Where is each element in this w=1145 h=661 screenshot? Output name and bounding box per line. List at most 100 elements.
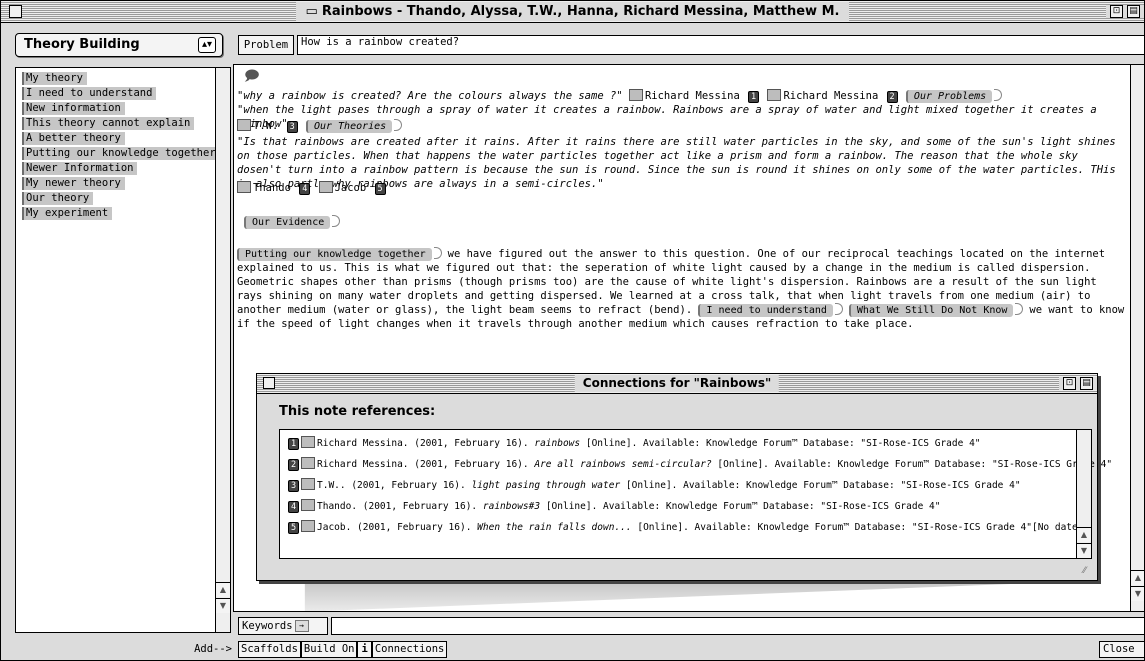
citation-icon[interactable] bbox=[237, 119, 251, 131]
note-paragraph-5: Thando 4 Jacob 5 bbox=[237, 181, 1127, 195]
support-tag-need-understand[interactable]: I need to understand bbox=[698, 304, 833, 317]
note-window: ▭ Rainbows - Thando, Alyssa, T.W., Hanna,… bbox=[0, 0, 1145, 661]
keywords-button[interactable]: Keywords → bbox=[238, 617, 328, 635]
references-scrollbar[interactable]: ▲ ▼ bbox=[1076, 430, 1091, 558]
citation-author[interactable]: Richard Messina bbox=[645, 90, 740, 102]
connections-close-box[interactable] bbox=[263, 377, 275, 389]
window-close-box[interactable] bbox=[9, 5, 22, 18]
reference-number[interactable]: 4 bbox=[299, 183, 311, 195]
scaffold-item[interactable]: Putting our knowledge together bbox=[22, 147, 220, 160]
scaffold-item[interactable]: A better theory bbox=[22, 132, 125, 145]
note-icon bbox=[301, 499, 315, 511]
reference-source: [Online]. Available: Knowledge Forum™ Da… bbox=[545, 501, 941, 512]
arrow-icon: → bbox=[294, 620, 309, 632]
note-scrollbar[interactable]: ▲ ▼ bbox=[1131, 64, 1144, 612]
problem-button[interactable]: Problem bbox=[238, 35, 294, 55]
scaffold-select-value: Theory Building bbox=[24, 37, 140, 52]
support-tag-still-not-know[interactable]: What We Still Do Not Know bbox=[848, 304, 1014, 317]
support-tag-putting-knowledge[interactable]: Putting our knowledge together bbox=[237, 248, 432, 261]
reference-author: Thando. (2001, February 16). bbox=[317, 501, 478, 512]
note-paragraph-1: "why a rainbow is created? Are the colou… bbox=[237, 89, 1127, 103]
connections-title: Connections for "Rainbows" bbox=[574, 375, 780, 392]
scroll-down-icon[interactable]: ▼ bbox=[1131, 586, 1144, 601]
citation-author[interactable]: Jacob bbox=[335, 182, 367, 194]
reference-number: 3 bbox=[288, 480, 299, 492]
document-icon: ▭ bbox=[305, 4, 318, 19]
reference-source: [Online]. Available: Knowledge Forum™ Da… bbox=[585, 438, 981, 449]
citation-author[interactable]: Thando bbox=[253, 182, 291, 194]
reference-row[interactable]: 4 Thando. (2001, February 16). rainbows#3… bbox=[286, 499, 940, 515]
note-icon bbox=[301, 478, 315, 490]
reference-number[interactable]: 3 bbox=[286, 121, 298, 133]
scroll-down-icon[interactable]: ▼ bbox=[216, 598, 230, 613]
scroll-down-icon[interactable]: ▼ bbox=[1077, 543, 1091, 558]
note-icon bbox=[301, 457, 315, 469]
reference-source: [Online]. Available: Knowledge Forum™ Da… bbox=[625, 480, 1021, 491]
note-icon bbox=[301, 436, 315, 448]
note-icon bbox=[301, 520, 315, 532]
keywords-field[interactable] bbox=[331, 617, 1144, 635]
support-tag-end bbox=[1015, 303, 1024, 315]
window-zoom-controls: ⊡ ▤ bbox=[1106, 5, 1144, 18]
scaffold-item[interactable]: This theory cannot explain bbox=[22, 117, 195, 130]
reference-row[interactable]: 5 Jacob. (2001, February 16). When the ra… bbox=[286, 520, 1089, 536]
reference-row[interactable]: 3 T.W.. (2001, February 16). light pasing… bbox=[286, 478, 1021, 494]
resize-grip-icon[interactable]: ⁄⁄ bbox=[1083, 566, 1095, 578]
reference-author: Richard Messina. (2001, February 16). bbox=[317, 459, 529, 470]
collapse-box-icon[interactable]: ▤ bbox=[1127, 5, 1140, 18]
citation-author[interactable]: T.W. bbox=[253, 120, 278, 132]
connections-titlebar[interactable]: Connections for "Rainbows" ⊡ ▤ bbox=[257, 374, 1097, 394]
scaffold-item[interactable]: My newer theory bbox=[22, 177, 125, 190]
citation-icon[interactable] bbox=[318, 181, 333, 193]
scaffold-item[interactable]: Our theory bbox=[22, 192, 94, 205]
collapse-box-icon[interactable]: ▤ bbox=[1080, 377, 1093, 390]
support-tag-our-problems[interactable]: Our Problems bbox=[905, 90, 993, 103]
note-paragraph-7: Putting our knowledge together we have fi… bbox=[237, 247, 1127, 331]
scaffold-item[interactable]: My theory bbox=[22, 72, 87, 85]
note-paragraph-6: Our Evidence bbox=[244, 215, 1127, 229]
support-tag-end bbox=[433, 247, 442, 259]
scaffolds-button[interactable]: Scaffolds bbox=[238, 641, 301, 658]
reference-number[interactable]: 2 bbox=[886, 91, 898, 103]
reference-title: light pasing through water bbox=[471, 480, 621, 491]
reference-number[interactable]: 1 bbox=[748, 91, 760, 103]
citation-icon[interactable] bbox=[628, 89, 643, 101]
scaffold-item[interactable]: I need to understand bbox=[22, 87, 157, 100]
scaffold-list-scrollbar[interactable]: ▲ ▼ bbox=[215, 68, 230, 632]
connections-button[interactable]: Connections bbox=[371, 641, 448, 658]
citation-icon[interactable] bbox=[237, 181, 251, 193]
reference-title: rainbows#3 bbox=[482, 501, 541, 512]
citation-icon[interactable] bbox=[767, 89, 782, 101]
connections-zoom-controls: ⊡ ▤ bbox=[1059, 377, 1097, 390]
scroll-up-icon[interactable]: ▲ bbox=[1077, 527, 1091, 542]
reference-number[interactable]: 5 bbox=[374, 183, 386, 195]
zoom-box-icon[interactable]: ⊡ bbox=[1110, 5, 1123, 18]
support-tag-our-evidence[interactable]: Our Evidence bbox=[244, 216, 331, 229]
citation-author[interactable]: Richard Messina bbox=[783, 90, 878, 102]
reference-title: rainbows bbox=[534, 438, 581, 449]
support-tag-our-theories[interactable]: Our Theories bbox=[305, 120, 393, 133]
reference-number: 2 bbox=[288, 459, 299, 471]
scroll-up-icon[interactable]: ▲ bbox=[216, 582, 230, 597]
problem-field[interactable]: How is a rainbow created? bbox=[297, 35, 1144, 55]
note-icon: 🗩 bbox=[244, 68, 260, 84]
reference-row[interactable]: 1 Richard Messina. (2001, February 16). r… bbox=[286, 436, 981, 452]
scaffold-item[interactable]: Newer Information bbox=[22, 162, 138, 175]
add-button[interactable]: Add--> bbox=[169, 641, 235, 658]
scaffold-item[interactable]: My experiment bbox=[22, 207, 113, 220]
window-titlebar[interactable]: ▭ Rainbows - Thando, Alyssa, T.W., Hanna,… bbox=[1, 1, 1144, 23]
reference-number: 4 bbox=[288, 501, 299, 513]
build-on-button[interactable]: Build On bbox=[300, 641, 358, 658]
reference-title: When the rain falls down... bbox=[477, 522, 632, 533]
connections-heading: This note references: bbox=[279, 404, 436, 419]
reference-number: 1 bbox=[288, 438, 299, 450]
info-button[interactable]: i bbox=[357, 641, 372, 658]
zoom-box-icon[interactable]: ⊡ bbox=[1063, 377, 1076, 390]
support-tag-end bbox=[834, 303, 843, 315]
scaffold-select[interactable]: Theory Building ▴▾ bbox=[15, 33, 223, 57]
scaffold-item[interactable]: New information bbox=[22, 102, 125, 115]
scroll-up-icon[interactable]: ▲ bbox=[1131, 570, 1144, 585]
close-button[interactable]: Close bbox=[1099, 641, 1144, 658]
reference-source: [Online]. Available: Knowledge Forum™ Da… bbox=[717, 459, 1113, 470]
reference-row[interactable]: 2 Richard Messina. (2001, February 16). A… bbox=[286, 457, 1112, 473]
